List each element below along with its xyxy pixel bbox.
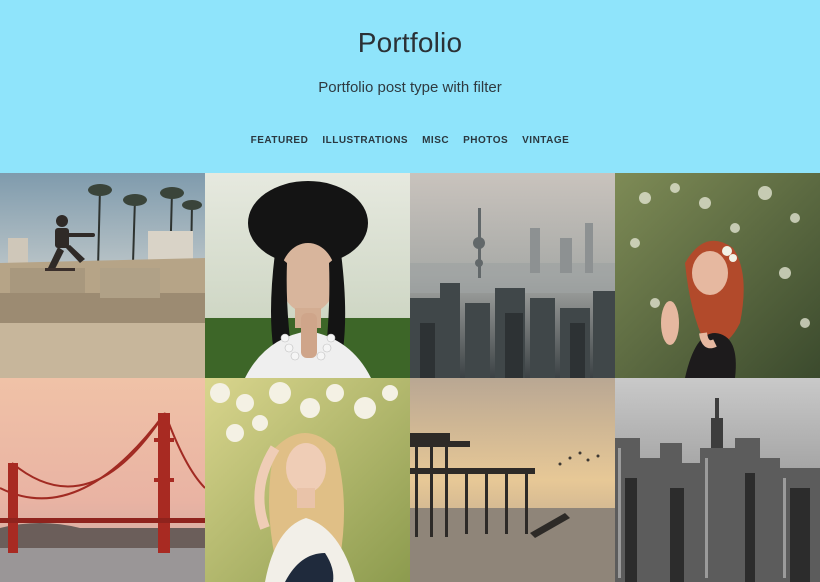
portfolio-item-red-hair[interactable] xyxy=(615,173,820,378)
blonde-photo xyxy=(205,378,410,582)
portfolio-item-city-fog[interactable] xyxy=(410,173,615,378)
filter-nav: FEATURED ILLUSTRATIONS MISC PHOTOS VINTA… xyxy=(0,135,820,146)
golden-gate-photo xyxy=(0,378,205,582)
filter-photos[interactable]: PHOTOS xyxy=(463,135,508,146)
filter-vintage[interactable]: VINTAGE xyxy=(522,135,569,146)
page-subtitle: Portfolio post type with filter xyxy=(318,79,502,96)
filter-misc[interactable]: MISC xyxy=(422,135,449,146)
portfolio-item-blonde[interactable] xyxy=(205,378,410,582)
portfolio-item-portrait[interactable] xyxy=(205,173,410,378)
red-hair-photo xyxy=(615,173,820,378)
portfolio-item-new-york[interactable] xyxy=(615,378,820,582)
portfolio-item-golden-gate[interactable] xyxy=(0,378,205,582)
portfolio-item-skateboarder[interactable] xyxy=(0,173,205,378)
filter-illustrations[interactable]: ILLUSTRATIONS xyxy=(322,135,408,146)
portfolio-item-pier[interactable] xyxy=(410,378,615,582)
filter-featured[interactable]: FEATURED xyxy=(251,135,309,146)
portfolio-header: Portfolio Portfolio post type with filte… xyxy=(0,0,820,173)
skateboarder-photo xyxy=(0,173,205,378)
pier-photo xyxy=(410,378,615,582)
page-title: Portfolio xyxy=(357,27,463,58)
city-fog-photo xyxy=(410,173,615,378)
portrait-photo xyxy=(205,173,410,378)
portfolio-grid xyxy=(0,173,820,582)
new-york-photo xyxy=(615,378,820,582)
